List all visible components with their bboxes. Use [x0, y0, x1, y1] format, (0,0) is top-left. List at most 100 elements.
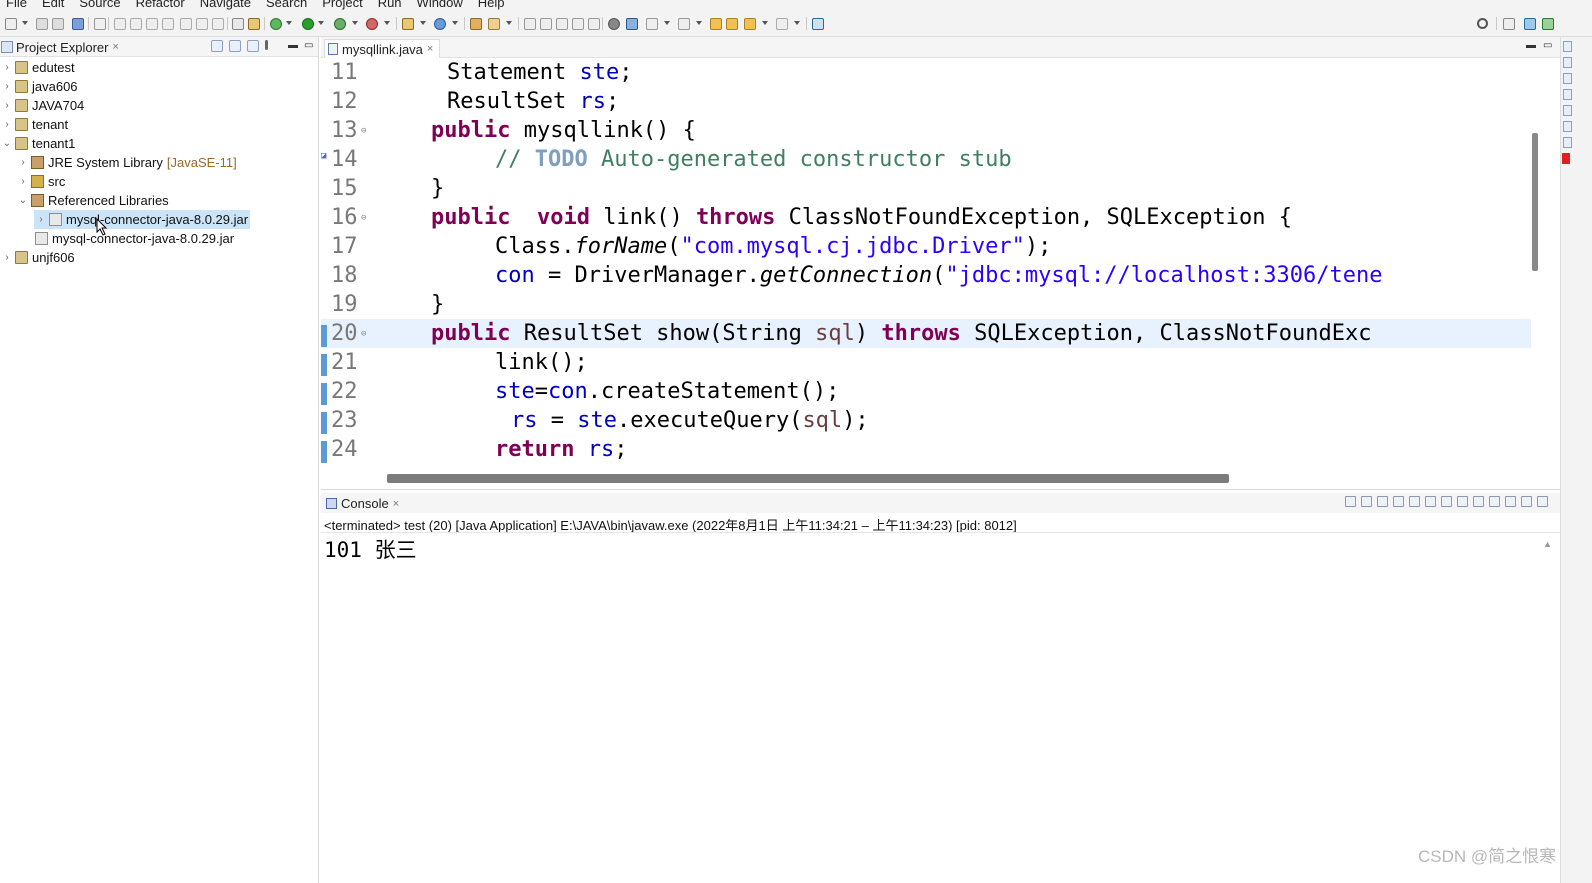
pin-console-icon[interactable]	[1473, 496, 1484, 507]
tree-item-unjf606[interactable]: › unjf606	[2, 248, 74, 267]
collapse-all-icon[interactable]	[211, 40, 223, 52]
back-history-icon[interactable]	[744, 18, 756, 30]
save-all-icon[interactable]	[52, 18, 64, 30]
tree-item-java704[interactable]: › JAVA704	[2, 96, 84, 115]
expand-arrow-icon[interactable]: ›	[2, 100, 12, 111]
scroll-lock-icon[interactable]	[1409, 496, 1420, 507]
step-return-icon[interactable]	[212, 18, 224, 30]
menu-edit[interactable]: Edit	[42, 0, 64, 11]
skip-breakpoints-icon[interactable]	[94, 18, 106, 30]
error-marker-icon[interactable]	[1562, 153, 1570, 164]
tree-item-src[interactable]: › src	[18, 172, 65, 191]
terminal-icon[interactable]	[72, 18, 84, 30]
close-icon[interactable]: ×	[112, 41, 118, 53]
disconnect-icon[interactable]	[162, 18, 174, 30]
last-edit-location-icon[interactable]	[710, 18, 722, 30]
show-whitespace-icon[interactable]	[588, 18, 600, 30]
suspend-icon[interactable]	[130, 18, 142, 30]
remove-all-terminated-icon[interactable]	[1377, 496, 1388, 507]
trim-stack-icon[interactable]	[1563, 41, 1572, 52]
tree-item-tenant[interactable]: › tenant	[2, 115, 68, 134]
external-tools-icon[interactable]	[366, 18, 378, 30]
show-on-error-icon[interactable]	[1457, 496, 1468, 507]
scroll-up-arrow-icon[interactable]: ▲	[1543, 539, 1552, 549]
open-perspective-icon[interactable]	[1503, 18, 1515, 30]
expand-arrow-icon[interactable]: ›	[18, 176, 28, 187]
previous-annotation-dropdown-icon[interactable]	[696, 21, 702, 25]
java-ee-perspective-icon[interactable]	[1524, 18, 1536, 30]
view-menu-icon[interactable]	[265, 40, 268, 50]
tab-mysqllink-java[interactable]: mysqllink.java ×	[324, 39, 441, 58]
run-dropdown-icon[interactable]	[318, 21, 324, 25]
resume-icon[interactable]	[114, 18, 126, 30]
new-java-project-icon[interactable]	[402, 18, 414, 30]
tree-item-mysql-connector[interactable]: mysql-connector-java-8.0.29.jar	[22, 229, 234, 248]
external-tools-dropdown-icon[interactable]	[384, 21, 390, 25]
new-icon[interactable]	[5, 18, 17, 30]
clear-console-icon[interactable]	[1393, 496, 1404, 507]
java-perspective-icon[interactable]	[626, 18, 638, 30]
menu-project[interactable]: Project	[322, 0, 362, 11]
filter-icon[interactable]	[247, 40, 259, 52]
open-type-icon[interactable]	[470, 18, 482, 30]
menu-run[interactable]: Run	[378, 0, 402, 11]
web-browser-icon[interactable]	[608, 18, 620, 30]
menu-search[interactable]: Search	[266, 0, 307, 11]
annotation-icon[interactable]	[540, 18, 552, 30]
trim-stack-icon[interactable]	[1563, 89, 1572, 100]
trim-stack-icon[interactable]	[1563, 121, 1572, 132]
expand-arrow-icon[interactable]: ›	[2, 62, 12, 73]
close-icon[interactable]: ×	[393, 498, 399, 510]
debug-icon[interactable]	[270, 18, 282, 30]
open-console-icon[interactable]	[1505, 496, 1516, 507]
menu-source[interactable]: Source	[79, 0, 120, 11]
task-icon[interactable]	[248, 18, 260, 30]
tree-item-edutest[interactable]: › edutest	[2, 58, 74, 77]
new-dropdown-icon[interactable]	[22, 21, 28, 25]
forward-dropdown-icon[interactable]	[794, 21, 800, 25]
close-icon[interactable]: ×	[427, 43, 433, 55]
new-class-dropdown-icon[interactable]	[452, 21, 458, 25]
expand-arrow-icon[interactable]: ›	[2, 81, 12, 92]
new-project-dropdown-icon[interactable]	[420, 21, 426, 25]
open-task-icon[interactable]	[488, 18, 500, 30]
show-on-output-icon[interactable]	[1441, 496, 1452, 507]
toggle-mark-icon[interactable]	[556, 18, 568, 30]
fold-toggle-icon[interactable]: ⊖	[361, 213, 366, 223]
next-annotation-icon[interactable]	[646, 18, 658, 30]
forward-icon[interactable]	[776, 18, 788, 30]
task-marker-icon[interactable]: ◪	[321, 151, 326, 161]
run-icon[interactable]	[302, 18, 314, 30]
word-wrap-icon[interactable]	[1425, 496, 1436, 507]
fold-toggle-icon[interactable]: ⊖	[361, 329, 366, 339]
save-icon[interactable]	[36, 18, 48, 30]
tree-item-mysql-connector-selected[interactable]: › mysql-connector-java-8.0.29.jar	[34, 210, 251, 229]
pin-editor-icon[interactable]	[812, 18, 824, 30]
menu-file[interactable]: File	[6, 0, 27, 11]
trim-stack-icon[interactable]	[1563, 57, 1572, 68]
tab-console[interactable]: Console ×	[326, 496, 399, 511]
minimize-icon[interactable]	[1521, 496, 1532, 507]
tree-item-tenant1[interactable]: ⌄ tenant1	[2, 134, 76, 153]
previous-annotation-icon[interactable]	[678, 18, 690, 30]
expand-arrow-icon[interactable]: ›	[36, 214, 46, 225]
debug-perspective-icon[interactable]	[1542, 18, 1554, 30]
menu-navigate[interactable]: Navigate	[200, 0, 251, 11]
code-text-area[interactable]: 11 Statement ste; 12 ResultSet rs; 13 ⊖ p…	[321, 58, 1531, 468]
expand-arrow-icon[interactable]: ›	[2, 252, 12, 263]
outline-icon[interactable]	[232, 18, 244, 30]
debug-dropdown-icon[interactable]	[286, 21, 292, 25]
tree-item-jre-system-library[interactable]: › JRE System Library [JavaSE-11]	[18, 153, 236, 172]
collapse-arrow-icon[interactable]: ⌄	[2, 138, 12, 149]
fold-toggle-icon[interactable]: ⊖	[361, 126, 366, 136]
terminate-icon[interactable]	[146, 18, 158, 30]
block-selection-icon[interactable]	[572, 18, 584, 30]
minimize-icon[interactable]: ▬	[1526, 40, 1536, 51]
quick-access-search-icon[interactable]	[1477, 18, 1488, 29]
horizontal-scrollbar[interactable]	[387, 474, 1229, 483]
menu-refactor[interactable]: Refactor	[136, 0, 185, 11]
minimize-icon[interactable]: ▬	[288, 40, 298, 51]
vertical-scrollbar[interactable]	[1532, 133, 1538, 271]
search-icon[interactable]	[524, 18, 536, 30]
step-over-icon[interactable]	[196, 18, 208, 30]
